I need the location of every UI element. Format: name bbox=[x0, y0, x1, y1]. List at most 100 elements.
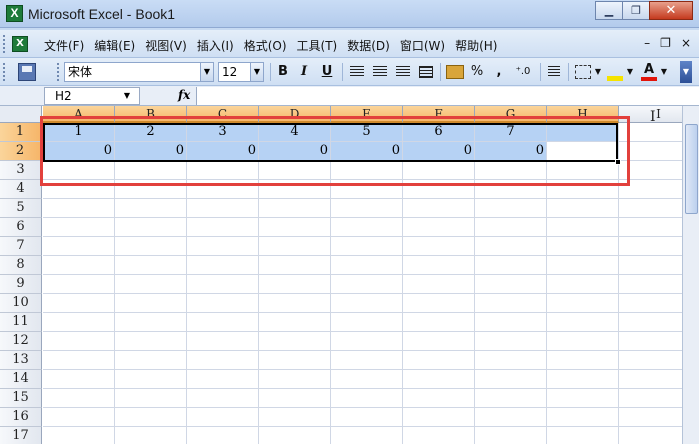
cell-h7[interactable] bbox=[547, 237, 619, 256]
cell-b9[interactable] bbox=[115, 275, 187, 294]
font-size-select[interactable]: 12 ▼ bbox=[218, 62, 264, 82]
cell-g8[interactable] bbox=[475, 256, 547, 275]
menu-format[interactable]: 格式(O) bbox=[244, 37, 287, 54]
cell-b17[interactable] bbox=[115, 427, 187, 444]
cell-f12[interactable] bbox=[403, 332, 475, 351]
cell-c8[interactable] bbox=[187, 256, 259, 275]
cell-e14[interactable] bbox=[331, 370, 403, 389]
cell-f10[interactable] bbox=[403, 294, 475, 313]
cell-h11[interactable] bbox=[547, 313, 619, 332]
cell-b14[interactable] bbox=[115, 370, 187, 389]
cell-b6[interactable] bbox=[115, 218, 187, 237]
cell-e15[interactable] bbox=[331, 389, 403, 408]
cell-g9[interactable] bbox=[475, 275, 547, 294]
chevron-down-icon[interactable]: ▼ bbox=[626, 63, 634, 81]
cell-a11[interactable] bbox=[43, 313, 115, 332]
cell-a8[interactable] bbox=[43, 256, 115, 275]
worksheet-grid[interactable]: A B C D E F G H I 1 1 2 3 4 5 6 7 2 0 0 0 0 0 0 0 3 4 5 6 7 8 9 10 11 12 13… bbox=[0, 106, 699, 444]
cell-a14[interactable] bbox=[43, 370, 115, 389]
cell-e17[interactable] bbox=[331, 427, 403, 444]
row-header-3[interactable]: 3 bbox=[0, 161, 42, 180]
cell-b8[interactable] bbox=[115, 256, 187, 275]
cell-h5[interactable] bbox=[547, 199, 619, 218]
cell-h15[interactable] bbox=[547, 389, 619, 408]
cell-c15[interactable] bbox=[187, 389, 259, 408]
menubar-grip[interactable] bbox=[2, 34, 6, 54]
align-left-icon[interactable] bbox=[350, 66, 364, 78]
insert-function-icon[interactable]: fx bbox=[178, 88, 190, 102]
cell-d16[interactable] bbox=[259, 408, 331, 427]
workbook-icon[interactable]: X bbox=[12, 36, 28, 52]
toolbar-options-icon[interactable]: ▼ bbox=[680, 61, 692, 83]
cell-c11[interactable] bbox=[187, 313, 259, 332]
restore-window-button[interactable]: ❐ bbox=[622, 1, 650, 20]
cell-f6[interactable] bbox=[403, 218, 475, 237]
cell-c17[interactable] bbox=[187, 427, 259, 444]
cell-d11[interactable] bbox=[259, 313, 331, 332]
row-header-13[interactable]: 13 bbox=[0, 351, 42, 370]
row-header-2[interactable]: 2 bbox=[0, 142, 42, 161]
save-icon[interactable] bbox=[18, 63, 36, 81]
menu-tools[interactable]: 工具(T) bbox=[297, 37, 338, 54]
cell-f11[interactable] bbox=[403, 313, 475, 332]
cell-b5[interactable] bbox=[115, 199, 187, 218]
cell-g10[interactable] bbox=[475, 294, 547, 313]
toolbar-grip[interactable] bbox=[2, 62, 6, 82]
cell-b12[interactable] bbox=[115, 332, 187, 351]
cell-b16[interactable] bbox=[115, 408, 187, 427]
cell-g6[interactable] bbox=[475, 218, 547, 237]
cell-c6[interactable] bbox=[187, 218, 259, 237]
cell-d7[interactable] bbox=[259, 237, 331, 256]
row-header-11[interactable]: 11 bbox=[0, 313, 42, 332]
cell-a12[interactable] bbox=[43, 332, 115, 351]
cell-c16[interactable] bbox=[187, 408, 259, 427]
menu-view[interactable]: 视图(V) bbox=[145, 37, 187, 54]
cell-f16[interactable] bbox=[403, 408, 475, 427]
align-right-icon[interactable] bbox=[396, 66, 410, 78]
cell-b11[interactable] bbox=[115, 313, 187, 332]
cell-e9[interactable] bbox=[331, 275, 403, 294]
font-name-select[interactable]: 宋体 ▼ bbox=[64, 62, 214, 82]
comma-style-button[interactable]: , bbox=[494, 63, 504, 81]
row-header-8[interactable]: 8 bbox=[0, 256, 42, 275]
cell-f15[interactable] bbox=[403, 389, 475, 408]
borders-icon[interactable] bbox=[575, 65, 591, 79]
cell-c14[interactable] bbox=[187, 370, 259, 389]
cell-g13[interactable] bbox=[475, 351, 547, 370]
cell-h13[interactable] bbox=[547, 351, 619, 370]
chevron-down-icon[interactable]: ▼ bbox=[121, 88, 133, 104]
cell-c5[interactable] bbox=[187, 199, 259, 218]
cell-d5[interactable] bbox=[259, 199, 331, 218]
italic-button[interactable]: I bbox=[298, 63, 310, 81]
cell-d8[interactable] bbox=[259, 256, 331, 275]
workbook-close-button[interactable]: × bbox=[681, 36, 691, 50]
percent-button[interactable]: % bbox=[470, 63, 484, 81]
row-header-15[interactable]: 15 bbox=[0, 389, 42, 408]
cell-g17[interactable] bbox=[475, 427, 547, 444]
menu-data[interactable]: 数据(D) bbox=[347, 37, 390, 54]
cell-e7[interactable] bbox=[331, 237, 403, 256]
cell-a7[interactable] bbox=[43, 237, 115, 256]
cell-g14[interactable] bbox=[475, 370, 547, 389]
cell-b10[interactable] bbox=[115, 294, 187, 313]
cell-a9[interactable] bbox=[43, 275, 115, 294]
cell-d15[interactable] bbox=[259, 389, 331, 408]
cell-h8[interactable] bbox=[547, 256, 619, 275]
cell-h6[interactable] bbox=[547, 218, 619, 237]
chevron-down-icon[interactable]: ▼ bbox=[250, 63, 263, 81]
cell-c10[interactable] bbox=[187, 294, 259, 313]
cell-f8[interactable] bbox=[403, 256, 475, 275]
cell-f7[interactable] bbox=[403, 237, 475, 256]
cell-a15[interactable] bbox=[43, 389, 115, 408]
cell-h9[interactable] bbox=[547, 275, 619, 294]
cell-e11[interactable] bbox=[331, 313, 403, 332]
cell-d6[interactable] bbox=[259, 218, 331, 237]
cell-e10[interactable] bbox=[331, 294, 403, 313]
bold-button[interactable]: B bbox=[276, 63, 290, 81]
scrollbar-thumb[interactable] bbox=[685, 124, 698, 214]
cell-e12[interactable] bbox=[331, 332, 403, 351]
cell-h12[interactable] bbox=[547, 332, 619, 351]
cell-h14[interactable] bbox=[547, 370, 619, 389]
cell-e8[interactable] bbox=[331, 256, 403, 275]
row-header-4[interactable]: 4 bbox=[0, 180, 42, 199]
